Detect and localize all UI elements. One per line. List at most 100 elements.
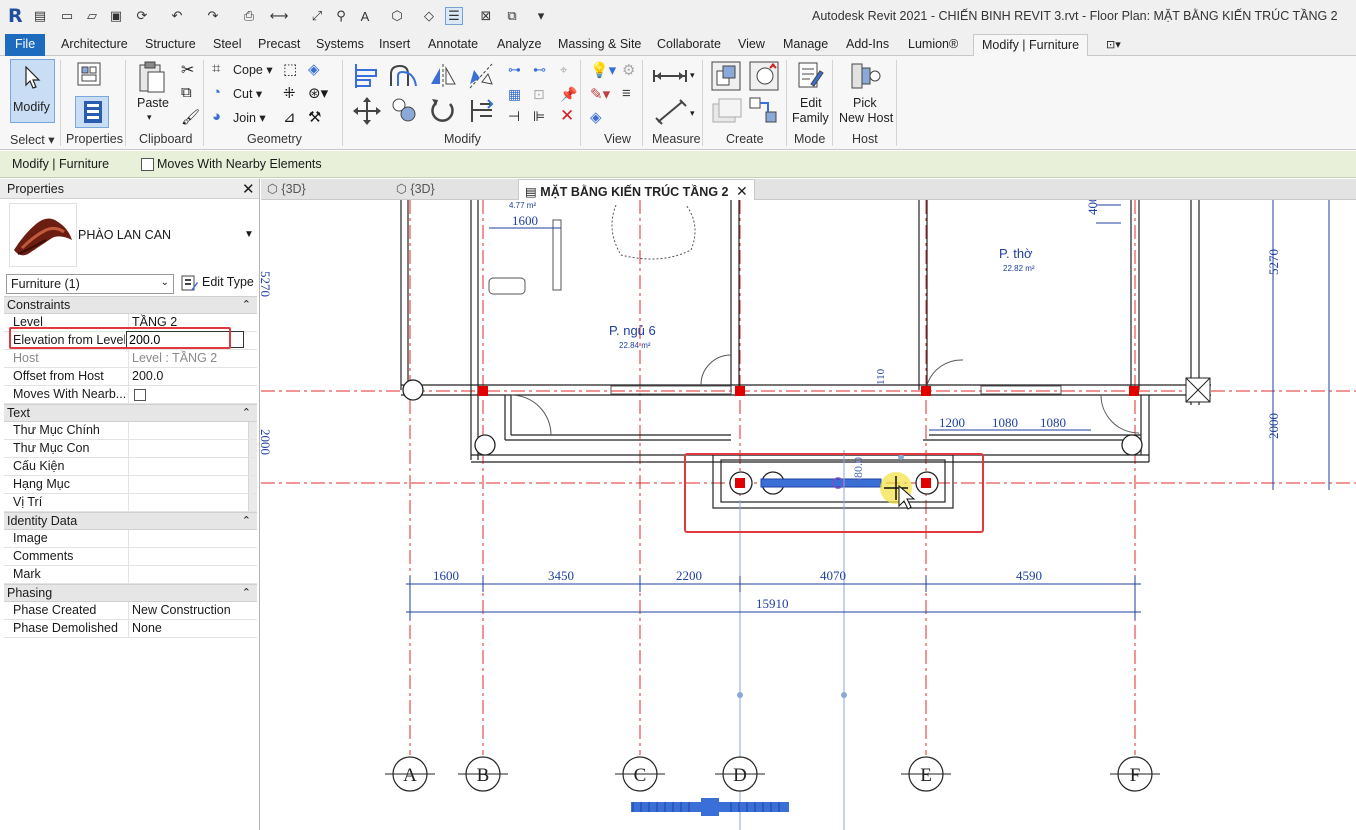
aligned-dimension-icon[interactable]: ⤢ bbox=[308, 7, 326, 25]
cut-label[interactable]: Cut ▾ bbox=[233, 86, 262, 101]
tab-analyze[interactable]: Analyze bbox=[497, 37, 541, 51]
prop-row-phase-demolished[interactable]: Phase Demolished None bbox=[4, 620, 257, 638]
tab-manage[interactable]: Manage bbox=[783, 37, 828, 51]
tab-structure[interactable]: Structure bbox=[145, 37, 196, 51]
temp-dim-grip[interactable] bbox=[841, 692, 847, 698]
join-icon[interactable]: ◕ bbox=[212, 108, 221, 125]
close-icon[interactable]: ✕ bbox=[242, 180, 255, 198]
tab-architecture[interactable]: Architecture bbox=[61, 37, 128, 51]
moves-with-nearby-label[interactable]: Moves With Nearby Elements bbox=[157, 157, 322, 171]
tab-collaborate[interactable]: Collaborate bbox=[657, 37, 721, 51]
prop-row-mark[interactable]: Mark bbox=[4, 566, 257, 584]
split-face-icon[interactable]: ◈ bbox=[308, 60, 320, 78]
split-gap-icon[interactable]: ⊷ bbox=[533, 62, 546, 78]
join-label[interactable]: Join ▾ bbox=[233, 110, 266, 125]
prop-row-offset-from-host[interactable]: Offset from Host 200.0 bbox=[4, 368, 257, 386]
group-phasing[interactable]: Phasing ⌃ bbox=[4, 584, 257, 602]
tab-view[interactable]: View bbox=[738, 37, 765, 51]
align-icon[interactable] bbox=[352, 62, 382, 90]
move-icon[interactable] bbox=[352, 96, 382, 126]
offset-icon[interactable] bbox=[388, 62, 420, 90]
panel-select[interactable]: Select ▾ bbox=[10, 132, 55, 147]
3d-view-icon[interactable]: ⬡ bbox=[388, 7, 406, 25]
section-icon[interactable]: ◇ bbox=[420, 7, 438, 25]
close-hidden-icon[interactable]: ⊠ bbox=[477, 7, 495, 25]
copy-icon[interactable] bbox=[390, 96, 420, 126]
close-icon[interactable]: ✕ bbox=[736, 183, 748, 199]
selected-railing-molding[interactable] bbox=[760, 472, 916, 510]
type-properties-icon[interactable] bbox=[74, 60, 110, 90]
new-document-icon[interactable]: ▭ bbox=[58, 7, 76, 25]
panel-properties[interactable]: Properties bbox=[66, 132, 123, 146]
cut-geometry-icon[interactable]: ◔ bbox=[212, 84, 221, 101]
split-element-icon[interactable]: ⊶ bbox=[508, 62, 521, 78]
pick-new-host-label-2[interactable]: New Host bbox=[839, 111, 893, 125]
edit-type-button[interactable]: Edit Type bbox=[180, 272, 256, 294]
scrollbar[interactable] bbox=[248, 440, 257, 457]
aligned-dim-icon[interactable] bbox=[654, 98, 688, 126]
filter-view-icon[interactable]: ◈ bbox=[590, 108, 602, 126]
thin-lines-icon[interactable]: ☰ bbox=[445, 7, 463, 25]
panel-mode[interactable]: Mode bbox=[794, 132, 825, 146]
hammer-icon[interactable]: ⚒ bbox=[308, 108, 321, 126]
edit-family-label-1[interactable]: Edit bbox=[800, 96, 822, 110]
override-graphics-icon[interactable]: ⚙ bbox=[622, 61, 635, 79]
prop-row-hang-muc[interactable]: Hạng Mục bbox=[4, 476, 257, 494]
grid-label-f[interactable]: F bbox=[1130, 765, 1141, 786]
tab-modify-furniture[interactable]: Modify | Furniture bbox=[973, 34, 1089, 57]
scale-icon[interactable]: ⊡ bbox=[533, 86, 545, 103]
view-tab-3d-2[interactable]: ⬡ {3D} bbox=[396, 181, 435, 196]
paint-icon[interactable]: ⊛▾ bbox=[308, 84, 328, 102]
moves-with-nearby-checkbox[interactable] bbox=[141, 158, 154, 171]
group-identity-data[interactable]: Identity Data ⌃ bbox=[4, 512, 257, 530]
grid-bubbles[interactable] bbox=[385, 756, 1160, 792]
tab-file[interactable]: File bbox=[5, 34, 46, 56]
paste-icon[interactable] bbox=[136, 60, 168, 94]
group-constraints[interactable]: Constraints ⌃ bbox=[4, 296, 257, 314]
demolish-icon[interactable]: ⁜ bbox=[283, 84, 296, 102]
measure-dropdown-icon[interactable]: ▾ bbox=[690, 70, 695, 81]
tab-steel[interactable]: Steel bbox=[213, 37, 242, 51]
linework-icon[interactable]: ≡ bbox=[622, 85, 631, 102]
measure-qa-icon[interactable]: ⟷ bbox=[270, 7, 289, 25]
grid-label-c[interactable]: C bbox=[634, 765, 647, 786]
tab-lumion[interactable]: Lumion® bbox=[908, 37, 958, 51]
prop-row-thu-muc-con[interactable]: Thư Mục Con bbox=[4, 440, 257, 458]
tab-insert[interactable]: Insert bbox=[379, 37, 410, 51]
open-folder-icon[interactable]: ▱ bbox=[83, 7, 101, 25]
tab-massing-site[interactable]: Massing & Site bbox=[558, 37, 641, 51]
override-category-icon[interactable]: ✎▾ bbox=[590, 85, 610, 103]
panel-geometry[interactable]: Geometry bbox=[247, 132, 302, 146]
match-properties-icon[interactable]: 🖌 bbox=[181, 108, 200, 126]
tab-add-ins[interactable]: Add-Ins bbox=[846, 37, 889, 51]
ribbon-minimize-icon[interactable]: ⊡▾ bbox=[1106, 38, 1121, 51]
panel-measure[interactable]: Measure bbox=[652, 132, 701, 146]
prop-row-comments[interactable]: Comments bbox=[4, 548, 257, 566]
cope-icon[interactable]: ⌗ bbox=[212, 60, 220, 77]
view-tab-3d-1[interactable]: ⬡ {3D} bbox=[267, 181, 306, 196]
prop-row-thu-muc-chinh[interactable]: Thư Mục Chính bbox=[4, 422, 257, 440]
sync-icon[interactable]: ⟳ bbox=[133, 7, 151, 25]
create-group-icon[interactable] bbox=[748, 96, 780, 126]
text-icon[interactable]: A bbox=[356, 7, 374, 25]
pin-disabled-icon[interactable]: ⌖ bbox=[560, 62, 567, 78]
moves-with-nearby-prop-checkbox[interactable] bbox=[134, 389, 146, 401]
grid-label-a[interactable]: A bbox=[403, 765, 417, 786]
mirror-draw-axis-icon[interactable] bbox=[466, 62, 496, 90]
dimension-dropdown-icon[interactable]: ▾ bbox=[690, 108, 695, 119]
prop-row-image[interactable]: Image bbox=[4, 530, 257, 548]
prop-row-moves-with-nearby[interactable]: Moves With Nearb... bbox=[4, 386, 257, 404]
open-icon[interactable]: ▤ bbox=[31, 7, 49, 25]
save-icon[interactable]: ▣ bbox=[107, 7, 125, 25]
create-assembly-icon[interactable] bbox=[710, 60, 742, 92]
view-tab-floor-plan[interactable]: ▤ MẶT BẰNG KIẾN TRÚC TẦNG 2 ✕ bbox=[518, 179, 755, 201]
panel-view[interactable]: View bbox=[604, 132, 631, 146]
panel-modify[interactable]: Modify bbox=[444, 132, 481, 146]
undo-icon[interactable]: ↶ bbox=[168, 7, 186, 25]
create-parts-icon[interactable] bbox=[748, 60, 780, 92]
pick-new-host-label-1[interactable]: Pick bbox=[853, 96, 877, 110]
prop-row-host[interactable]: Host Level : TẦNG 2 bbox=[4, 350, 257, 368]
tab-systems[interactable]: Systems bbox=[316, 37, 364, 51]
properties-toggle-button[interactable] bbox=[75, 96, 109, 128]
wall-joins-icon[interactable]: ⬚ bbox=[283, 60, 297, 78]
